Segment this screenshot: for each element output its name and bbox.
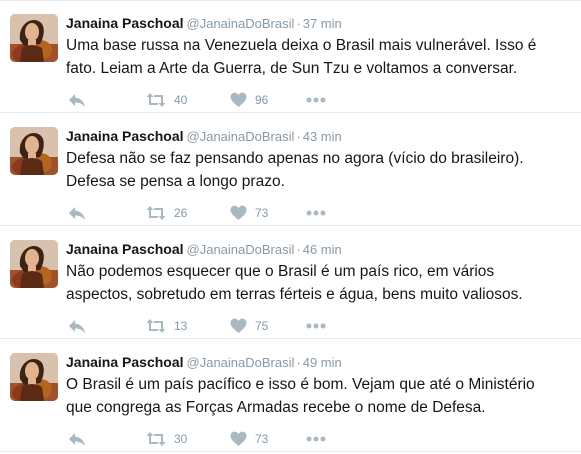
retweet-count: 40: [174, 93, 188, 107]
like-button[interactable]: 75: [230, 316, 268, 336]
tweet-actions: 26 73: [66, 203, 366, 223]
heart-icon: [230, 318, 247, 333]
retweet-icon: [146, 432, 166, 446]
tweet-actions: 13 75: [66, 316, 366, 336]
tweet-header: Janaina Paschoal @JanainaDoBrasil · 46 min: [66, 240, 342, 259]
reply-icon: [69, 94, 85, 107]
avatar[interactable]: [10, 14, 58, 62]
retweet-button[interactable]: 26: [146, 203, 187, 223]
tweet-text-line: Uma base russa na Venezuela deixa o Bras…: [66, 37, 537, 54]
more-icon: [306, 210, 326, 216]
avatar[interactable]: [10, 127, 58, 175]
retweet-count: 26: [174, 206, 188, 220]
heart-icon: [230, 431, 247, 446]
tweet-text: O Brasil é um país pacífico e isso é bom…: [66, 373, 571, 419]
retweet-button[interactable]: 30: [146, 429, 187, 449]
retweet-count: 13: [174, 319, 188, 333]
tweet[interactable]: Janaina Paschoal @JanainaDoBrasil · 46 min …: [0, 226, 581, 339]
tweet-timestamp[interactable]: 49 min: [303, 355, 342, 370]
author-handle[interactable]: @JanainaDoBrasil: [187, 242, 295, 257]
like-count: 73: [255, 206, 269, 220]
avatar[interactable]: [10, 353, 58, 401]
author-name[interactable]: Janaina Paschoal: [66, 241, 184, 257]
timeline: Janaina Paschoal @JanainaDoBrasil · 37 min …: [0, 0, 581, 454]
tweet-text: Uma base russa na Venezuela deixa o Bras…: [66, 34, 571, 80]
tweet-timestamp[interactable]: 46 min: [303, 242, 342, 257]
tweet-text: Não podemos esquecer que o Brasil é um p…: [66, 260, 571, 306]
tweet[interactable]: Janaina Paschoal @JanainaDoBrasil · 49 min …: [0, 339, 581, 452]
reply-button[interactable]: [68, 429, 86, 449]
more-icon: [306, 323, 326, 329]
author-name[interactable]: Janaina Paschoal: [66, 15, 184, 31]
author-name[interactable]: Janaina Paschoal: [66, 354, 184, 370]
reply-button[interactable]: [68, 316, 86, 336]
retweet-count: 30: [174, 432, 188, 446]
author-handle[interactable]: @JanainaDoBrasil: [187, 16, 295, 31]
tweet-header: Janaina Paschoal @JanainaDoBrasil · 37 min: [66, 14, 342, 33]
reply-button[interactable]: [68, 90, 86, 110]
heart-icon: [230, 205, 247, 220]
tweet-header: Janaina Paschoal @JanainaDoBrasil · 43 min: [66, 127, 342, 146]
separator-dot: ·: [296, 242, 301, 257]
separator-dot: ·: [296, 129, 301, 144]
retweet-button[interactable]: 40: [146, 90, 187, 110]
tweet-divider: [0, 0, 581, 1]
retweet-button[interactable]: 13: [146, 316, 187, 336]
tweet-text-line: O Brasil é um país pacífico e isso é bom…: [66, 376, 535, 393]
tweet-text-line: Não podemos esquecer que o Brasil é um p…: [66, 263, 495, 280]
like-button[interactable]: 73: [230, 429, 268, 449]
tweet-actions: 40 96: [66, 90, 366, 110]
more-icon: [306, 97, 326, 103]
author-handle[interactable]: @JanainaDoBrasil: [187, 355, 295, 370]
tweet[interactable]: Janaina Paschoal @JanainaDoBrasil · 43 min …: [0, 113, 581, 226]
separator-dot: ·: [296, 16, 301, 31]
tweet-text-line: fato. Leiam a Arte da Guerra, de Sun Tzu…: [66, 60, 518, 77]
like-button[interactable]: 73: [230, 203, 268, 223]
more-icon: [306, 436, 326, 442]
reply-button[interactable]: [68, 203, 86, 223]
avatar[interactable]: [10, 240, 58, 288]
heart-icon: [230, 92, 247, 107]
like-count: 75: [255, 319, 269, 333]
tweet-text-line: Defesa se pensa a longo prazo.: [66, 173, 285, 190]
retweet-icon: [146, 93, 166, 107]
tweet-text-line: aspectos, sobretudo em terras férteis e …: [66, 286, 523, 303]
more-button[interactable]: [306, 90, 326, 110]
tweet-timestamp[interactable]: 37 min: [303, 16, 342, 31]
reply-icon: [69, 207, 85, 220]
separator-dot: ·: [296, 355, 301, 370]
more-button[interactable]: [306, 429, 326, 449]
author-name[interactable]: Janaina Paschoal: [66, 128, 184, 144]
tweet-header: Janaina Paschoal @JanainaDoBrasil · 49 min: [66, 353, 342, 372]
tweet-actions: 30 73: [66, 429, 366, 449]
more-button[interactable]: [306, 203, 326, 223]
tweet-timestamp[interactable]: 43 min: [303, 129, 342, 144]
like-button[interactable]: 96: [230, 90, 268, 110]
tweet-divider: [0, 451, 581, 452]
like-count: 96: [255, 93, 269, 107]
retweet-icon: [146, 206, 166, 220]
like-count: 73: [255, 432, 269, 446]
reply-icon: [69, 433, 85, 446]
reply-icon: [69, 320, 85, 333]
tweet-text-line: que congrega as Forças Armadas recebe o …: [66, 399, 486, 416]
tweet[interactable]: Janaina Paschoal @JanainaDoBrasil · 37 min …: [0, 0, 581, 113]
author-handle[interactable]: @JanainaDoBrasil: [187, 129, 295, 144]
tweet-text: Defesa não se faz pensando apenas no ago…: [66, 147, 571, 193]
more-button[interactable]: [306, 316, 326, 336]
tweet-text-line: Defesa não se faz pensando apenas no ago…: [66, 150, 524, 167]
retweet-icon: [146, 319, 166, 333]
